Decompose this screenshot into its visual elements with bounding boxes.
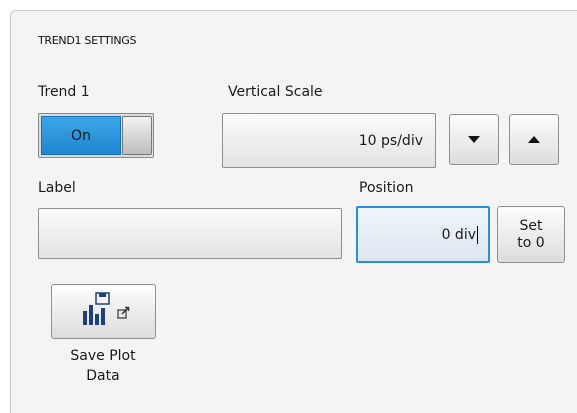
text-caret: [477, 225, 478, 244]
position-label: Position: [359, 180, 414, 196]
external-link-icon: [116, 306, 129, 319]
set-to-zero-button[interactable]: Set to 0: [497, 206, 565, 263]
vertical-scale-field[interactable]: 10 ps/div: [222, 113, 436, 168]
trend-toggle[interactable]: On: [38, 113, 154, 158]
save-plot-data-label: Save Plot Data: [40, 346, 166, 386]
save-plot-icon: [82, 291, 129, 325]
chevron-down-icon: [468, 136, 480, 143]
label-caption: Label: [38, 180, 76, 196]
panel-title: TREND1 SETTINGS: [38, 34, 137, 47]
position-field[interactable]: 0 div: [356, 206, 490, 263]
label-field[interactable]: [38, 208, 342, 259]
toggle-knob[interactable]: [122, 116, 152, 155]
save-plot-line2: Data: [86, 368, 120, 384]
save-plot-data-button[interactable]: [51, 284, 156, 339]
scale-down-button[interactable]: [449, 114, 499, 165]
save-plot-line1: Save Plot: [70, 348, 136, 364]
set-to-zero-line2: to 0: [517, 234, 545, 251]
trend-label: Trend 1: [38, 84, 90, 100]
set-to-zero-line1: Set: [519, 217, 543, 234]
position-value: 0 div: [441, 226, 476, 243]
vertical-scale-label: Vertical Scale: [228, 84, 323, 100]
vertical-scale-value: 10 ps/div: [358, 132, 423, 149]
scale-up-button[interactable]: [509, 114, 559, 165]
toggle-on-state[interactable]: On: [41, 116, 121, 155]
chevron-up-icon: [528, 136, 540, 143]
